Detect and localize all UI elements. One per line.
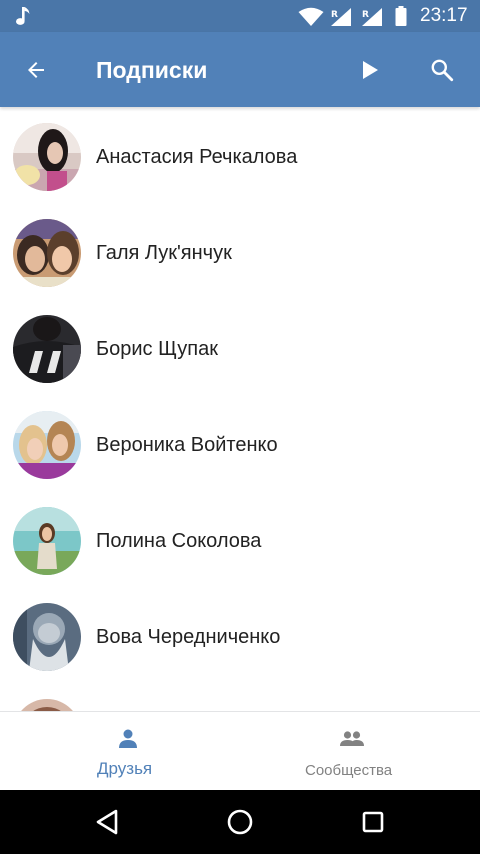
status-time: 23:17 — [420, 5, 468, 26]
status-bar: R R 23:17 — [0, 0, 480, 32]
wifi-icon — [298, 7, 324, 26]
subscriptions-list: Анастасия Речкалова Галя Лук'янчук Борис… — [0, 107, 480, 712]
item-name: Вероника Войтенко — [96, 434, 278, 456]
app-bar: Подписки — [0, 32, 480, 107]
tab-friends[interactable]: Друзья — [0, 712, 240, 791]
system-navigation-bar — [0, 790, 480, 854]
signal-icon: R — [362, 8, 382, 26]
back-button[interactable] — [18, 52, 54, 88]
item-name: Галя Лук'янчук — [96, 242, 232, 264]
list-item[interactable] — [0, 683, 480, 712]
list-item[interactable]: Вероника Войтенко — [0, 395, 480, 491]
person-icon — [119, 729, 137, 748]
avatar — [13, 603, 81, 671]
arrow-left-icon — [28, 62, 44, 78]
signal-icon: R — [331, 8, 351, 26]
search-icon — [431, 59, 454, 82]
nav-back-button[interactable] — [89, 804, 125, 840]
item-name: Вова Чередниченко — [96, 626, 281, 648]
home-circle-icon — [227, 809, 253, 835]
tab-communities[interactable]: Сообщества — [240, 712, 480, 791]
avatar — [13, 315, 81, 383]
avatar — [13, 411, 81, 479]
nav-recents-button[interactable] — [355, 804, 391, 840]
signal-badge-2: R — [362, 10, 369, 20]
back-triangle-icon — [96, 809, 118, 835]
play-icon — [363, 61, 378, 79]
item-name: Полина Соколова — [96, 530, 262, 552]
tab-communities-label: Сообщества — [305, 762, 393, 779]
avatar — [13, 507, 81, 575]
recents-square-icon — [362, 811, 384, 833]
avatar — [13, 219, 81, 287]
search-button[interactable] — [424, 52, 460, 88]
signal-badge-1: R — [331, 10, 338, 20]
play-button[interactable] — [352, 52, 388, 88]
list-item[interactable]: Полина Соколова — [0, 491, 480, 587]
screen: R R 23:17 Подписки Анастасия Речкалова Г… — [0, 0, 480, 854]
page-title: Подписки — [96, 57, 208, 83]
item-name: Борис Щупак — [96, 338, 218, 360]
people-icon — [340, 731, 364, 746]
nav-home-button[interactable] — [222, 804, 258, 840]
item-name: Анастасия Речкалова — [96, 146, 298, 168]
list-item[interactable]: Анастасия Речкалова — [0, 107, 480, 203]
tab-friends-label: Друзья — [97, 759, 153, 778]
list-item[interactable]: Вова Чередниченко — [0, 587, 480, 683]
avatar — [13, 123, 81, 191]
list-item[interactable]: Галя Лук'янчук — [0, 203, 480, 299]
bottom-tab-bar: Друзья Сообщества — [0, 711, 480, 791]
battery-icon — [395, 6, 407, 26]
list-item[interactable]: Борис Щупак — [0, 299, 480, 395]
music-note-icon — [16, 7, 30, 25]
